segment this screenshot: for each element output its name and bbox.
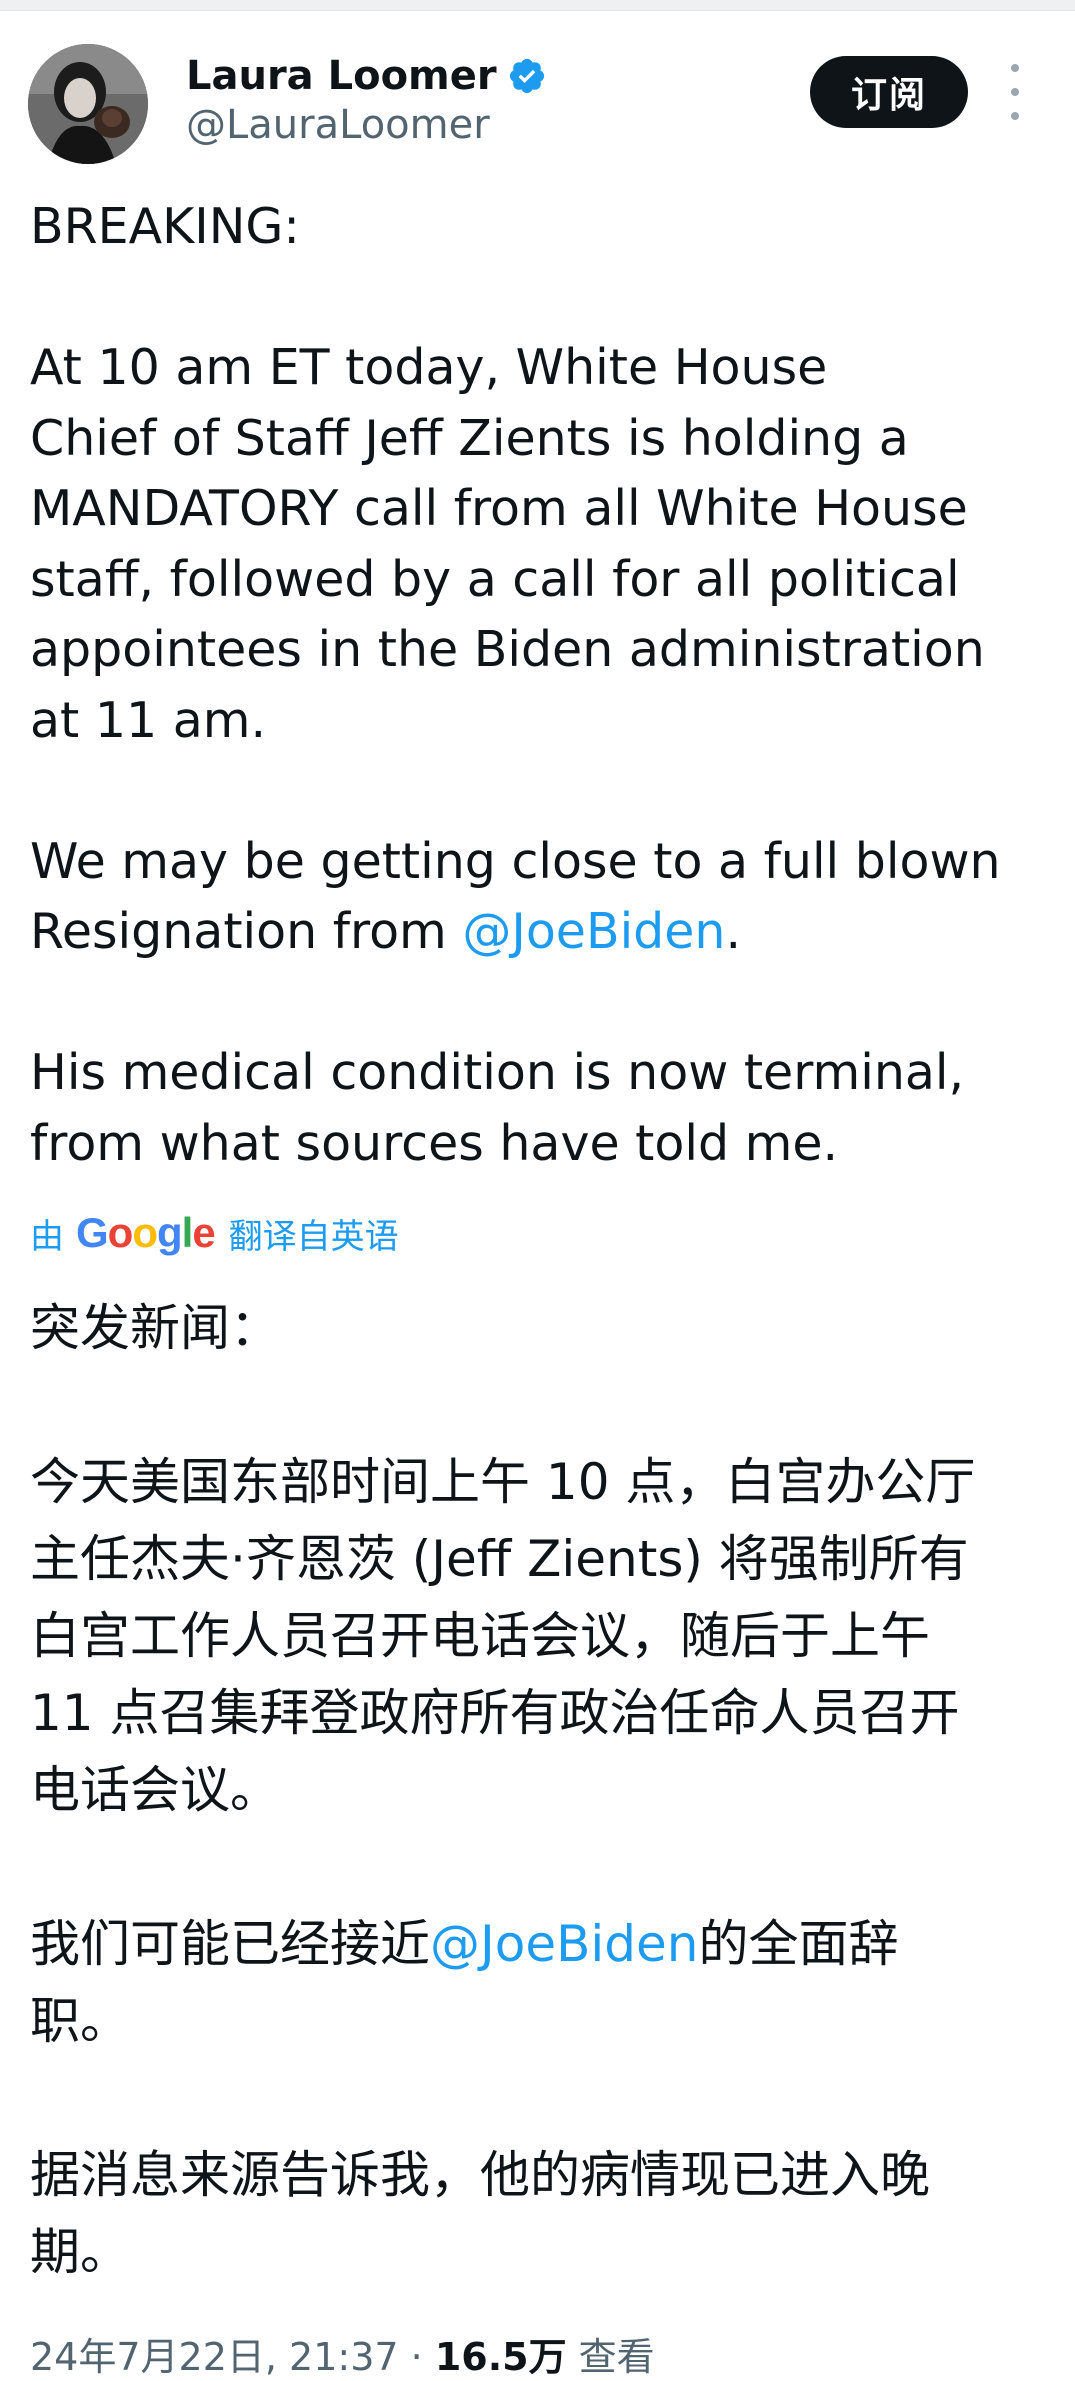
profile-photo [28,44,148,164]
zh-mention-prefix: 我们可能已经接近 [30,1915,430,1973]
tweet-line: His medical condition is now terminal, [30,1044,965,1101]
translated-line: 今天美国东部时间上午 10 点，白宫办公厅 [30,1453,976,1511]
google-logo: Google [76,1209,216,1256]
translation-suffix[interactable]: 翻译自英语 [229,1209,399,1258]
tweet-line: from what sources have told me. [30,1114,839,1172]
translated-line: 据消息来源告诉我，他的病情现已进入晚 [30,2146,930,2204]
tweet-line: staff, followed by a call for all politi… [30,550,960,608]
translated-line: 职。 [30,1992,130,2050]
translated-line: 期。 [30,2223,130,2281]
views-label: 查看 [566,2335,655,2379]
resignation-suffix: . [725,903,742,960]
tweet-blank-line [30,968,1050,1039]
translation-prefix: 由 [30,1216,64,1257]
translated-line: 突发新闻： [30,1299,280,1357]
mention-link[interactable]: @JoeBiden [462,903,725,960]
tweet-line: At 10 am ET today, White House [30,339,828,396]
timestamp[interactable]: 24年7月22日, 21:37 [30,2335,399,2379]
translated-text: 突发新闻： 今天美国东部时间上午 10 点，白宫办公厅 主任杰夫·齐恩茨 (Je… [30,1290,1050,2291]
author-name-row[interactable]: Laura Loomer [186,46,547,106]
translation-attribution[interactable]: 由 Google 翻译自英语 [30,1207,399,1259]
top-divider [0,0,1075,11]
translated-line-mention: 我们可能已经接近@JoeBiden的全面辞 [30,1906,1050,1983]
tweet-line: Chief of Staff Jeff Zients is holding a [30,409,909,467]
resignation-prefix: Resignation from [30,903,463,960]
meta-separator: · [398,2335,435,2379]
translated-line: 主任杰夫·齐恩茨 (Jeff Zients) 将强制所有 [30,1530,969,1588]
display-name[interactable]: Laura Loomer [186,53,497,99]
tweet-meta: 24年7月22日, 21:37 · 16.5万 查看 [30,2326,655,2381]
tweet-line-resignation: Resignation from @JoeBiden. [30,897,1050,968]
translated-blank-line [30,1829,1050,1906]
zh-mention-suffix: 的全面辞 [698,1915,899,1973]
translated-line: 白宫工作人员召开电话会议，随后于上午 [30,1607,930,1665]
translated-blank-line [30,1367,1050,1444]
tweet-header: Laura Loomer @LauraLoomer 订阅 [0,40,1075,170]
tweet-blank-line [30,263,1050,334]
avatar[interactable] [28,44,148,164]
translated-blank-line [30,2060,1050,2137]
subscribe-button[interactable]: 订阅 [810,56,968,128]
translated-line: 11 点召集拜登政府所有政治任命人员召开 [30,1684,960,1742]
tweet-line: We may be getting close to a full blown [30,832,1001,890]
translated-line: 电话会议。 [30,1761,280,1819]
verified-badge-icon[interactable] [507,56,547,96]
tweet-line: appointees in the Biden administration [30,621,985,678]
tweet-line: at 11 am. [30,691,267,749]
tweet-line: BREAKING: [30,198,300,255]
tweet-blank-line [30,756,1050,827]
tweet-line: MANDATORY call from all White House [30,480,968,537]
views-count: 16.5万 [434,2335,567,2379]
more-dots-icon[interactable] [1000,64,1030,120]
author-handle[interactable]: @LauraLoomer [186,102,490,148]
tweet-text: BREAKING: At 10 am ET today, White House… [30,192,1050,1179]
zh-mention-link[interactable]: @JoeBiden [430,1915,698,1973]
